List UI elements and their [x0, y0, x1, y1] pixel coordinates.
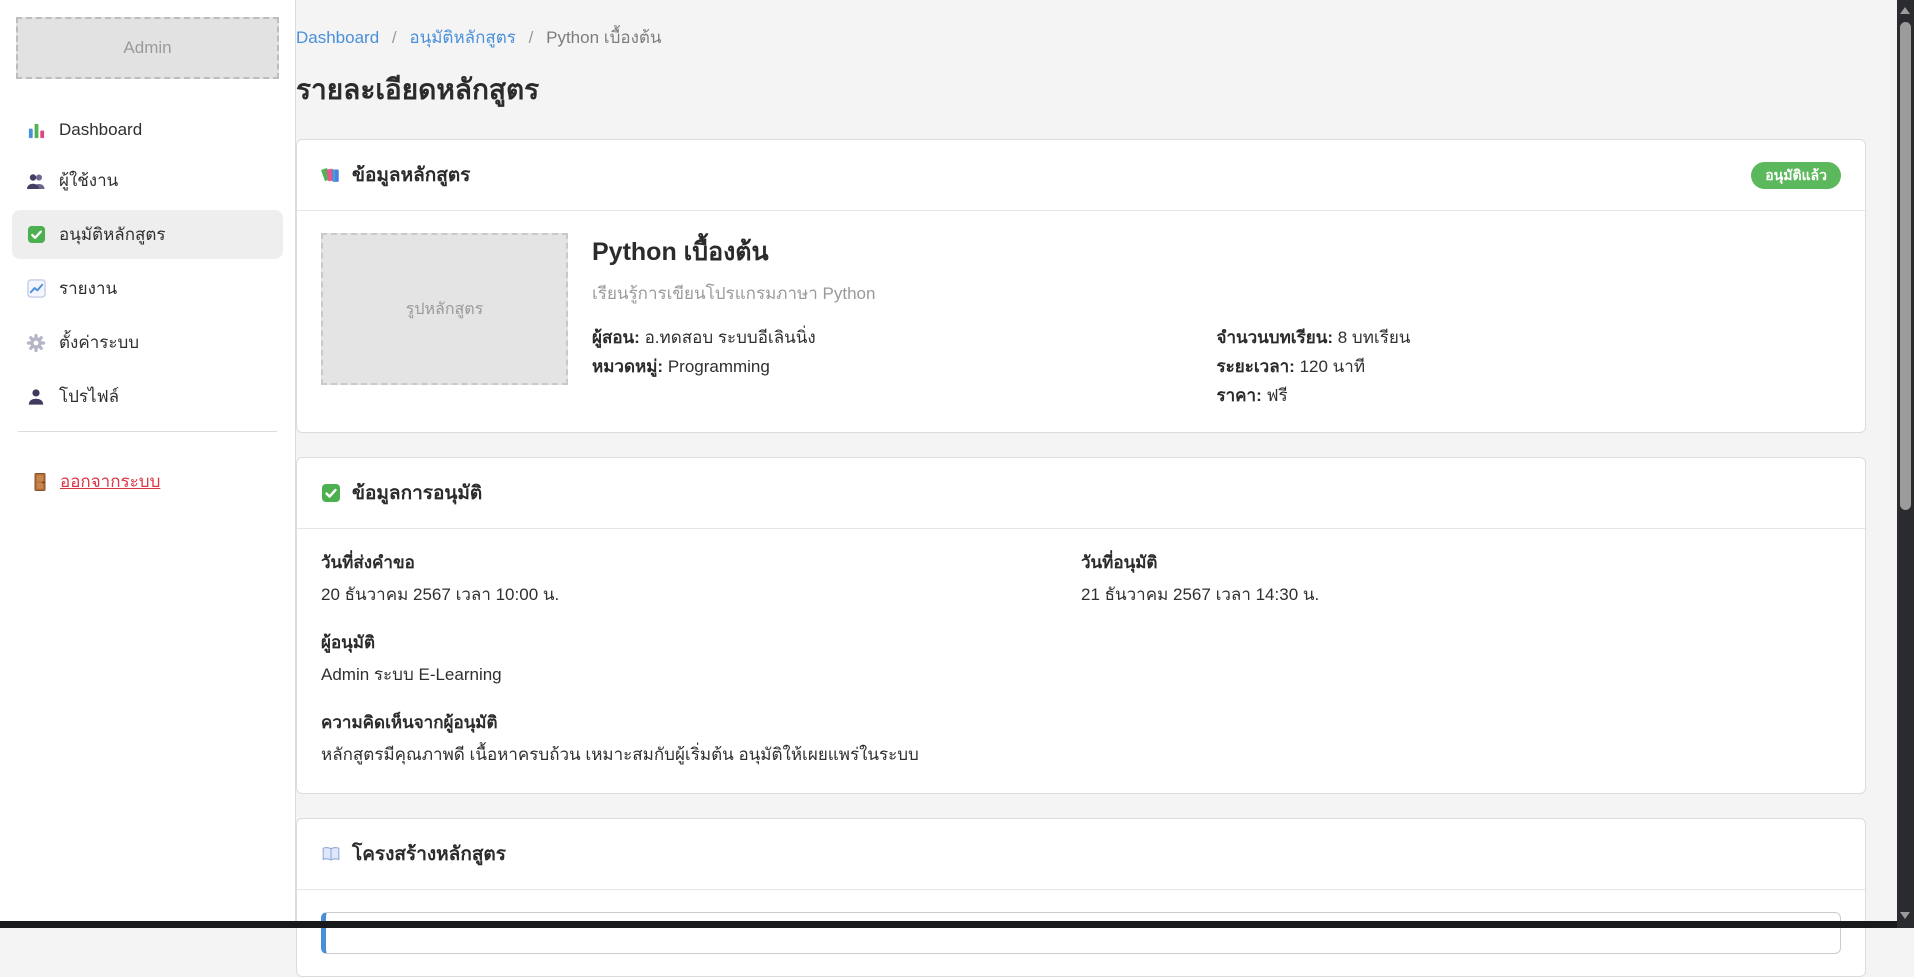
- approver-comment-value: หลักสูตรมีคุณภาพดี เนื้อหาครบถ้วน เหมาะส…: [321, 743, 1841, 767]
- request-date-value: 20 ธันวาคม 2567 เวลา 10:00 น.: [321, 583, 1081, 607]
- check-box-icon: [26, 225, 46, 245]
- course-structure-card-header: โครงสร้างหลักสูตร: [297, 819, 1865, 890]
- sidebar-menu: Dashboard ผู้ใช้งาน อนุมัติหลักสูตร รายง…: [0, 109, 295, 421]
- approver-comment-label: ความคิดเห็นจากผู้อนุมัติ: [321, 711, 1841, 735]
- course-category-row: หมวดหมู่: Programming: [592, 352, 1217, 381]
- sidebar-item-label: Dashboard: [59, 120, 142, 140]
- request-date-label: วันที่ส่งคำขอ: [321, 551, 1081, 575]
- open-book-icon: [321, 844, 341, 864]
- scrollbar-up-arrow-icon[interactable]: [1900, 7, 1910, 14]
- approver-comment-field: ความคิดเห็นจากผู้อนุมัติ หลักสูตรมีคุณภา…: [321, 711, 1841, 767]
- approval-info-card-body: วันที่ส่งคำขอ 20 ธันวาคม 2567 เวลา 10:00…: [297, 529, 1865, 793]
- approver-field: ผู้อนุมัติ Admin ระบบ E-Learning: [321, 631, 1841, 687]
- vertical-scrollbar[interactable]: [1897, 0, 1914, 928]
- course-image-placeholder: รูปหลักสูตร: [321, 233, 568, 385]
- gear-icon: [26, 333, 46, 353]
- sidebar-item-label: รายงาน: [59, 275, 117, 302]
- breadcrumb-course-approval-link[interactable]: อนุมัติหลักสูตร: [409, 28, 516, 47]
- sidebar-item-label: โปรไฟล์: [59, 383, 119, 410]
- page-title: รายละเอียดหลักสูตร: [296, 71, 1866, 109]
- approver-label: ผู้อนุมัติ: [321, 631, 1841, 655]
- sidebar-item-label: ตั้งค่าระบบ: [59, 329, 139, 356]
- sidebar: Admin Dashboard ผู้ใช้งาน อนุมัติหลักสูต…: [0, 0, 296, 928]
- course-info-card-title: ข้อมูลหลักสูตร: [352, 160, 470, 190]
- app-logo-placeholder: Admin: [16, 17, 279, 79]
- breadcrumb-dashboard-link[interactable]: Dashboard: [296, 28, 379, 47]
- sidebar-item-label: อนุมัติหลักสูตร: [59, 221, 166, 248]
- approve-date-field: วันที่อนุมัติ 21 ธันวาคม 2567 เวลา 14:30…: [1081, 551, 1841, 627]
- books-icon: [321, 165, 341, 185]
- approval-info-card-header: ข้อมูลการอนุมัติ: [297, 458, 1865, 529]
- request-date-field: วันที่ส่งคำขอ 20 ธันวาคม 2567 เวลา 10:00…: [321, 551, 1081, 607]
- breadcrumb-separator: /: [392, 28, 397, 47]
- approve-date-label: วันที่อนุมัติ: [1081, 551, 1841, 575]
- logout-label: ออกจากระบบ: [60, 468, 160, 495]
- course-duration-row: ระยะเวลา: 120 นาที: [1217, 352, 1842, 381]
- sidebar-item-settings[interactable]: ตั้งค่าระบบ: [12, 318, 283, 367]
- main-content: Dashboard / อนุมัติหลักสูตร / Python เบื…: [296, 0, 1866, 977]
- line-chart-icon: [26, 279, 46, 299]
- course-info-card: ข้อมูลหลักสูตร อนุมัติแล้ว รูปหลักสูตร P…: [296, 139, 1866, 433]
- status-badge: อนุมัติแล้ว: [1751, 162, 1841, 189]
- sidebar-divider: [18, 431, 277, 432]
- course-lessons-row: จำนวนบทเรียน: 8 บทเรียน: [1217, 323, 1842, 352]
- approver-value: Admin ระบบ E-Learning: [321, 663, 1841, 687]
- course-description: เรียนรู้การเขียนโปรแกรมภาษา Python: [592, 283, 1841, 305]
- breadcrumb: Dashboard / อนุมัติหลักสูตร / Python เบื…: [296, 27, 1866, 49]
- breadcrumb-separator: /: [529, 28, 534, 47]
- scrollbar-thumb[interactable]: [1900, 22, 1911, 510]
- person-icon: [26, 387, 46, 407]
- course-image-placeholder-label: รูปหลักสูตร: [406, 297, 484, 322]
- approval-info-card: ข้อมูลการอนุมัติ วันที่ส่งคำขอ 20 ธันวาค…: [296, 457, 1866, 794]
- app-logo-label: Admin: [123, 38, 171, 58]
- course-title: Python เบื้องต้น: [592, 237, 1841, 267]
- scrollbar-down-arrow-icon[interactable]: [1900, 912, 1910, 919]
- course-structure-card: โครงสร้างหลักสูตร: [296, 818, 1866, 977]
- course-price-row: ราคา: ฟรี: [1217, 381, 1842, 410]
- course-instructor-row: ผู้สอน: อ.ทดสอบ ระบบอีเลินนิ่ง: [592, 323, 1217, 352]
- sidebar-item-label: ผู้ใช้งาน: [59, 167, 118, 194]
- course-details-right: จำนวนบทเรียน: 8 บทเรียน ระยะเวลา: 120 นา…: [1217, 323, 1842, 410]
- approval-info-card-title: ข้อมูลการอนุมัติ: [352, 478, 482, 508]
- course-info-card-body: รูปหลักสูตร Python เบื้องต้น เรียนรู้การ…: [297, 211, 1865, 432]
- sidebar-item-dashboard[interactable]: Dashboard: [12, 109, 283, 151]
- bar-chart-icon: [26, 120, 46, 140]
- sidebar-item-profile[interactable]: โปรไฟล์: [12, 372, 283, 421]
- approve-date-value: 21 ธันวาคม 2567 เวลา 14:30 น.: [1081, 583, 1841, 607]
- lesson-item: [321, 912, 1841, 954]
- course-info-card-header: ข้อมูลหลักสูตร อนุมัติแล้ว: [297, 140, 1865, 211]
- course-details-left: ผู้สอน: อ.ทดสอบ ระบบอีเลินนิ่ง หมวดหมู่:…: [592, 323, 1217, 410]
- breadcrumb-current-page: Python เบื้องต้น: [546, 28, 661, 47]
- course-structure-card-title: โครงสร้างหลักสูตร: [352, 839, 506, 869]
- course-structure-card-body: [297, 890, 1865, 976]
- users-icon: [26, 171, 46, 191]
- window-bottom-edge: [0, 921, 1914, 928]
- check-icon: [321, 483, 341, 503]
- sidebar-item-course-approval[interactable]: อนุมัติหลักสูตร: [12, 210, 283, 259]
- sidebar-item-users[interactable]: ผู้ใช้งาน: [12, 156, 283, 205]
- logout-link[interactable]: ออกจากระบบ: [30, 468, 295, 495]
- door-icon: [30, 472, 50, 492]
- sidebar-item-reports[interactable]: รายงาน: [12, 264, 283, 313]
